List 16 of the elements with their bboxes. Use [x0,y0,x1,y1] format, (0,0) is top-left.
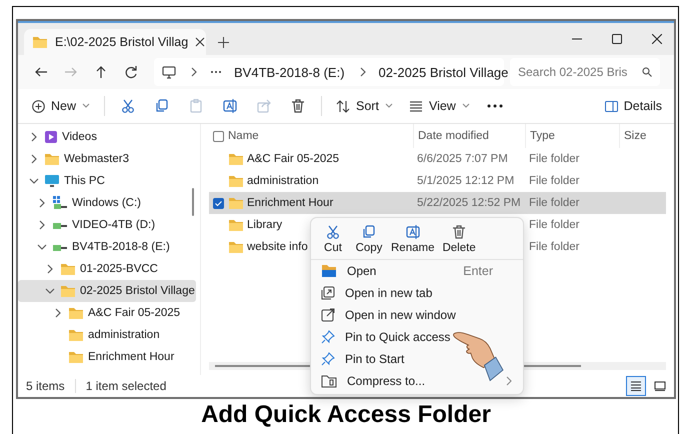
file-name: website info [247,241,308,253]
file-type: File folder [529,241,580,253]
date-modified: 6/6/2025 7:07 PM [417,153,508,165]
file-name: Enrichment Hour [247,197,334,209]
file-type: File folder [529,219,580,231]
file-type: File folder [529,153,580,165]
caption: Add Quick Access Folder [201,401,491,429]
item-count: 5 items [26,379,65,393]
file-name: A&C Fair 05-2025 [247,153,340,165]
file-type: File folder [529,197,580,209]
selection-count: 1 item selected [74,379,166,393]
file-type: File folder [529,175,580,187]
file-name: Library [247,219,282,231]
file-name: administration [247,175,319,187]
date-modified: 5/22/2025 12:52 PM [417,197,521,209]
date-modified: 5/1/2025 12:12 PM [417,175,514,187]
